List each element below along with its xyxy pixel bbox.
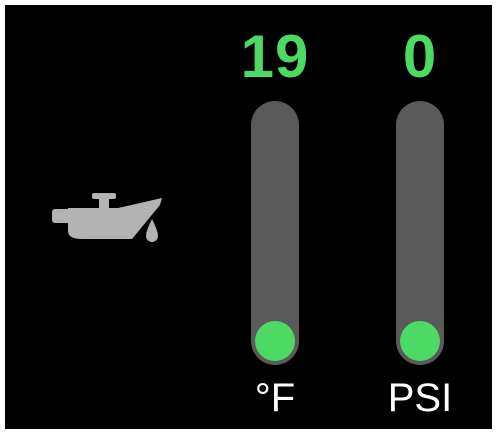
- pressure-unit-label: PSI: [387, 376, 453, 420]
- oil-can-icon: [52, 193, 162, 242]
- oil-gauge-panel: 19 °F 0 PSI: [5, 5, 492, 429]
- temperature-unit-label: °F: [254, 376, 296, 420]
- temperature-level-indicator: [255, 321, 295, 361]
- pressure-level-indicator: [400, 321, 440, 361]
- pressure-gauge: 0 PSI: [365, 5, 475, 429]
- pressure-value: 0: [402, 23, 438, 90]
- temperature-value: 19: [240, 23, 310, 90]
- pressure-bar-track: [396, 101, 444, 365]
- temperature-gauge: 19 °F: [220, 5, 330, 429]
- temperature-bar-track: [251, 101, 299, 365]
